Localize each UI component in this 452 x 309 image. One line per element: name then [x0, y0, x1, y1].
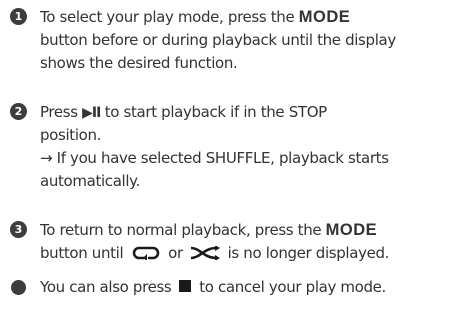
note-text-part: to cancel your play mode. [194, 278, 386, 296]
step-line: To select your play mode, press the MODE [40, 6, 445, 29]
note-text: You can also press to cancel your play m… [40, 276, 445, 299]
step-line: shows the desired function. [40, 54, 238, 72]
step-text: To return to normal playback, press the … [40, 219, 445, 265]
play-pause-icon: ▶II [82, 105, 101, 121]
repeat-icon [132, 246, 159, 260]
step-text-part: Press [40, 103, 83, 121]
step-text-part: or [163, 244, 188, 262]
step-line: position. [40, 126, 102, 144]
step-line: button until or is no longer displayed. [40, 242, 445, 265]
step-number-badge: 2 [10, 103, 27, 120]
step-text: To select your play mode, press the MODE… [40, 6, 445, 75]
bullet-icon [11, 280, 26, 295]
step-line: To return to normal playback, press the … [40, 219, 445, 242]
step-line: button before or during playback until t… [40, 31, 396, 49]
step-text-part: is no longer displayed. [223, 244, 390, 262]
step-line: Press ▶II to start playback if in the ST… [40, 101, 445, 124]
step-number-badge: 3 [10, 221, 27, 238]
step-text: Press ▶II to start playback if in the ST… [40, 101, 445, 193]
step-number-badge: 1 [10, 8, 27, 25]
shuffle-icon [191, 246, 221, 260]
note-text-part: You can also press [40, 278, 176, 296]
mode-button-label: MODE [325, 221, 378, 239]
stop-icon [178, 280, 191, 292]
step-line: automatically. [40, 172, 140, 190]
step-text-part: to start playback if in the STOP [100, 103, 327, 121]
step-line: You can also press to cancel your play m… [40, 276, 445, 299]
step-text-part: To select your play mode, press the [40, 8, 299, 26]
mode-button-label: MODE [298, 8, 351, 26]
step-text-part: button until [40, 244, 128, 262]
step-text-part: To return to normal playback, press the [40, 221, 326, 239]
step-line: → If you have selected SHUFFLE, playback… [40, 149, 389, 167]
